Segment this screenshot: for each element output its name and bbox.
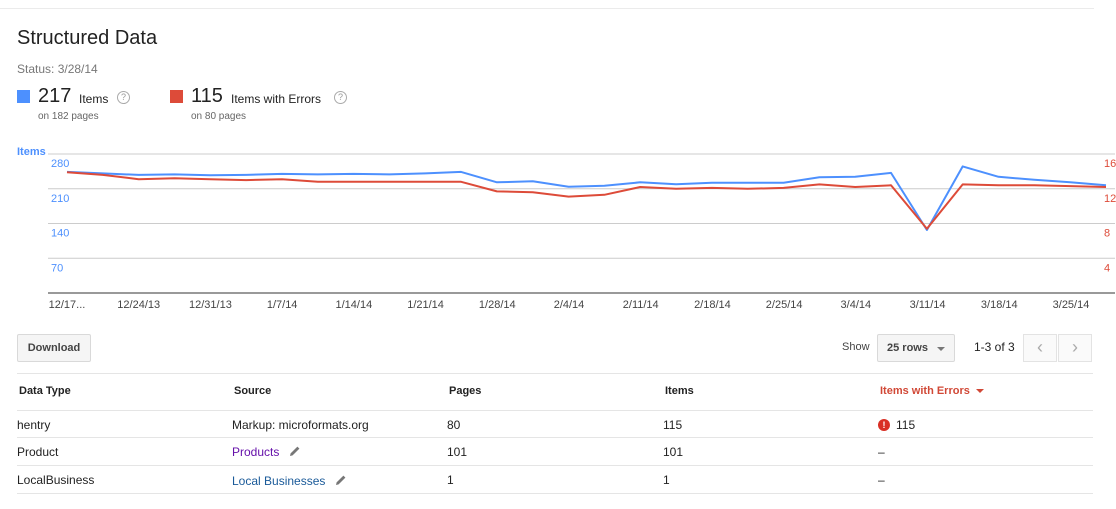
sort-desc-icon <box>975 389 984 393</box>
column-header-source[interactable]: Source <box>234 385 271 397</box>
table-header-divider <box>17 410 1093 411</box>
table-top-divider <box>17 373 1093 374</box>
column-header-pages[interactable]: Pages <box>449 385 481 397</box>
pencil-icon[interactable] <box>289 445 301 457</box>
pagination-range: 1-3 of 3 <box>974 340 1015 354</box>
x-tick-label: 2/11/14 <box>623 299 659 311</box>
column-header-errors-label: Items with Errors <box>880 385 970 397</box>
x-tick-label: 2/25/14 <box>766 299 803 311</box>
row-divider <box>17 465 1093 466</box>
row-3-source-text: Local Businesses <box>232 474 326 488</box>
row-1-source: Markup: microformats.org <box>232 418 369 432</box>
y-tick-left: 70 <box>51 262 63 274</box>
y-tick-left: 140 <box>51 228 69 240</box>
row-1-type: hentry <box>17 418 51 432</box>
y-tick-right: 8 <box>1104 228 1110 240</box>
column-header-items[interactable]: Items <box>665 385 694 397</box>
x-tick-label: 3/25/14 <box>1053 299 1090 311</box>
x-tick-label: 12/31/13 <box>189 299 232 311</box>
x-tick-label: 1/28/14 <box>479 299 516 311</box>
error-icon: ! <box>878 419 890 431</box>
y-tick-right: 12 <box>1104 193 1116 205</box>
row-3-errors: – <box>878 473 885 487</box>
row-3-items: 1 <box>663 473 670 487</box>
row-divider <box>17 437 1093 438</box>
row-2-source-text: Products <box>232 445 280 459</box>
y-tick-left: 210 <box>51 193 69 205</box>
x-tick-label: 3/11/14 <box>910 299 946 311</box>
row-3-source-link[interactable]: Local Businesses <box>232 474 347 488</box>
row-2-source-link[interactable]: Products <box>232 445 301 459</box>
row-1-errors[interactable]: 115 <box>896 418 915 432</box>
row-3-pages: 1 <box>447 473 454 487</box>
prev-page-button[interactable]: ‹ <box>1023 334 1057 362</box>
x-tick-label: 12/24/13 <box>117 299 160 311</box>
y-tick-left: 280 <box>51 158 69 170</box>
row-2-items: 101 <box>663 445 684 459</box>
row-1-pages: 80 <box>447 418 461 432</box>
rows-per-page-select[interactable]: 25 rows <box>877 334 955 362</box>
next-page-button[interactable]: › <box>1058 334 1092 362</box>
errors-series-line <box>66 171 1107 230</box>
chevron-down-icon <box>937 347 945 351</box>
column-header-items-with-errors[interactable]: Items with Errors <box>880 385 984 397</box>
items-chart: Items 280 16 210 12 140 8 70 4 12/17... 12/24/13 12… <box>17 146 1116 311</box>
x-tick-label: 1/14/14 <box>336 299 373 311</box>
show-label: Show <box>842 341 870 353</box>
x-tick-label: 1/21/14 <box>407 299 444 311</box>
y-tick-right: 16 <box>1104 158 1116 170</box>
row-divider <box>17 493 1093 494</box>
row-2-errors: – <box>878 445 885 459</box>
row-2-pages: 101 <box>447 445 468 459</box>
pencil-icon[interactable] <box>335 474 347 486</box>
x-tick-label: 3/4/14 <box>841 299 872 311</box>
row-3-type: LocalBusiness <box>17 473 95 487</box>
rows-select-value: 25 rows <box>887 342 928 354</box>
download-button[interactable]: Download <box>17 334 91 362</box>
items-series-line <box>66 165 1107 231</box>
row-1-items: 115 <box>663 418 683 432</box>
y-tick-right: 4 <box>1104 262 1110 274</box>
x-tick-label: 2/4/14 <box>554 299 585 311</box>
x-tick-label: 3/18/14 <box>981 299 1018 311</box>
x-tick-label: 1/7/14 <box>267 299 298 311</box>
column-header-data-type[interactable]: Data Type <box>19 385 71 397</box>
x-tick-label: 12/17... <box>49 299 86 311</box>
y-axis-title: Items <box>17 146 46 158</box>
row-2-type: Product <box>17 445 59 459</box>
x-tick-label: 2/18/14 <box>694 299 731 311</box>
